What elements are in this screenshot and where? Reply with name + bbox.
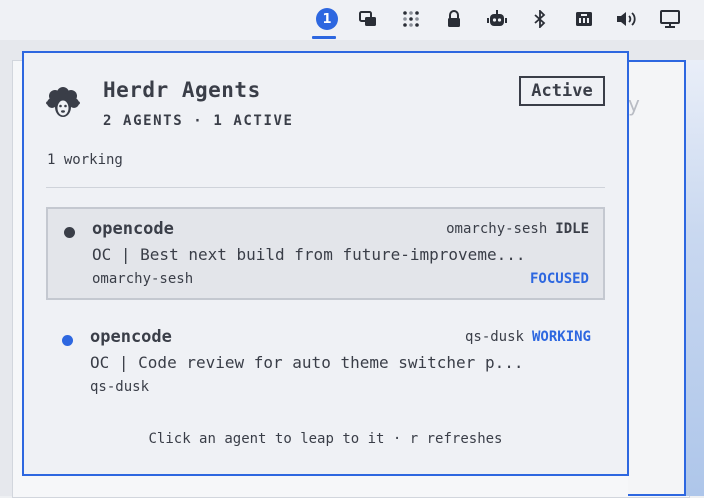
wallpaper-strip	[686, 60, 704, 496]
agent-state: IDLE	[555, 221, 589, 237]
agent-session: qs-dusk	[90, 379, 150, 395]
agents-badge-icon[interactable]: 1	[316, 8, 338, 30]
agent-item-qs-dusk[interactable]: opencode qs-dusk WORKING OC | Code revie…	[46, 317, 605, 410]
window-switch-icon[interactable]	[357, 8, 379, 30]
agent-description: OC | Best next build from future-improve…	[92, 245, 526, 264]
volume-icon[interactable]	[616, 8, 638, 30]
sheep-icon	[46, 87, 80, 121]
network-icon[interactable]	[573, 8, 595, 30]
divider	[46, 187, 605, 188]
footer-hint: Click an agent to leap to it · r refresh…	[148, 431, 503, 447]
popup-title: Herdr Agents	[103, 78, 261, 102]
agent-description: OC | Code review for auto theme switcher…	[90, 353, 524, 372]
status-badge: Active	[519, 76, 605, 106]
background-window-border	[628, 60, 686, 496]
agents-popup: Herdr Agents 2 AGENTS · 1 ACTIVE Active …	[22, 51, 629, 476]
agent-name: opencode	[90, 327, 172, 347]
display-icon[interactable]	[659, 8, 681, 30]
agent-session-label: omarchy-sesh	[446, 221, 548, 237]
agents-summary: 2 AGENTS · 1 ACTIVE	[103, 113, 294, 129]
robot-icon[interactable]	[486, 8, 508, 30]
top-bar: 1	[0, 0, 704, 40]
agent-item-omarchy-sesh[interactable]: opencode omarchy-sesh IDLE OC | Best nex…	[46, 207, 605, 300]
agent-status-dot	[62, 335, 73, 346]
agent-session: omarchy-sesh	[92, 271, 194, 287]
grid-dots-icon[interactable]	[400, 8, 422, 30]
working-count: 1 working	[47, 152, 123, 168]
agent-state: WORKING	[531, 329, 591, 345]
agent-status-dot	[64, 227, 75, 238]
active-indicator	[312, 36, 336, 39]
agents-badge-count: 1	[322, 11, 332, 27]
lock-icon[interactable]	[443, 8, 465, 30]
agent-name: opencode	[92, 219, 174, 239]
bluetooth-icon[interactable]	[529, 8, 551, 30]
background-window-text: y	[628, 92, 640, 116]
agent-session-label: qs-dusk	[464, 329, 524, 345]
agent-focused-label: FOCUSED	[529, 271, 589, 287]
